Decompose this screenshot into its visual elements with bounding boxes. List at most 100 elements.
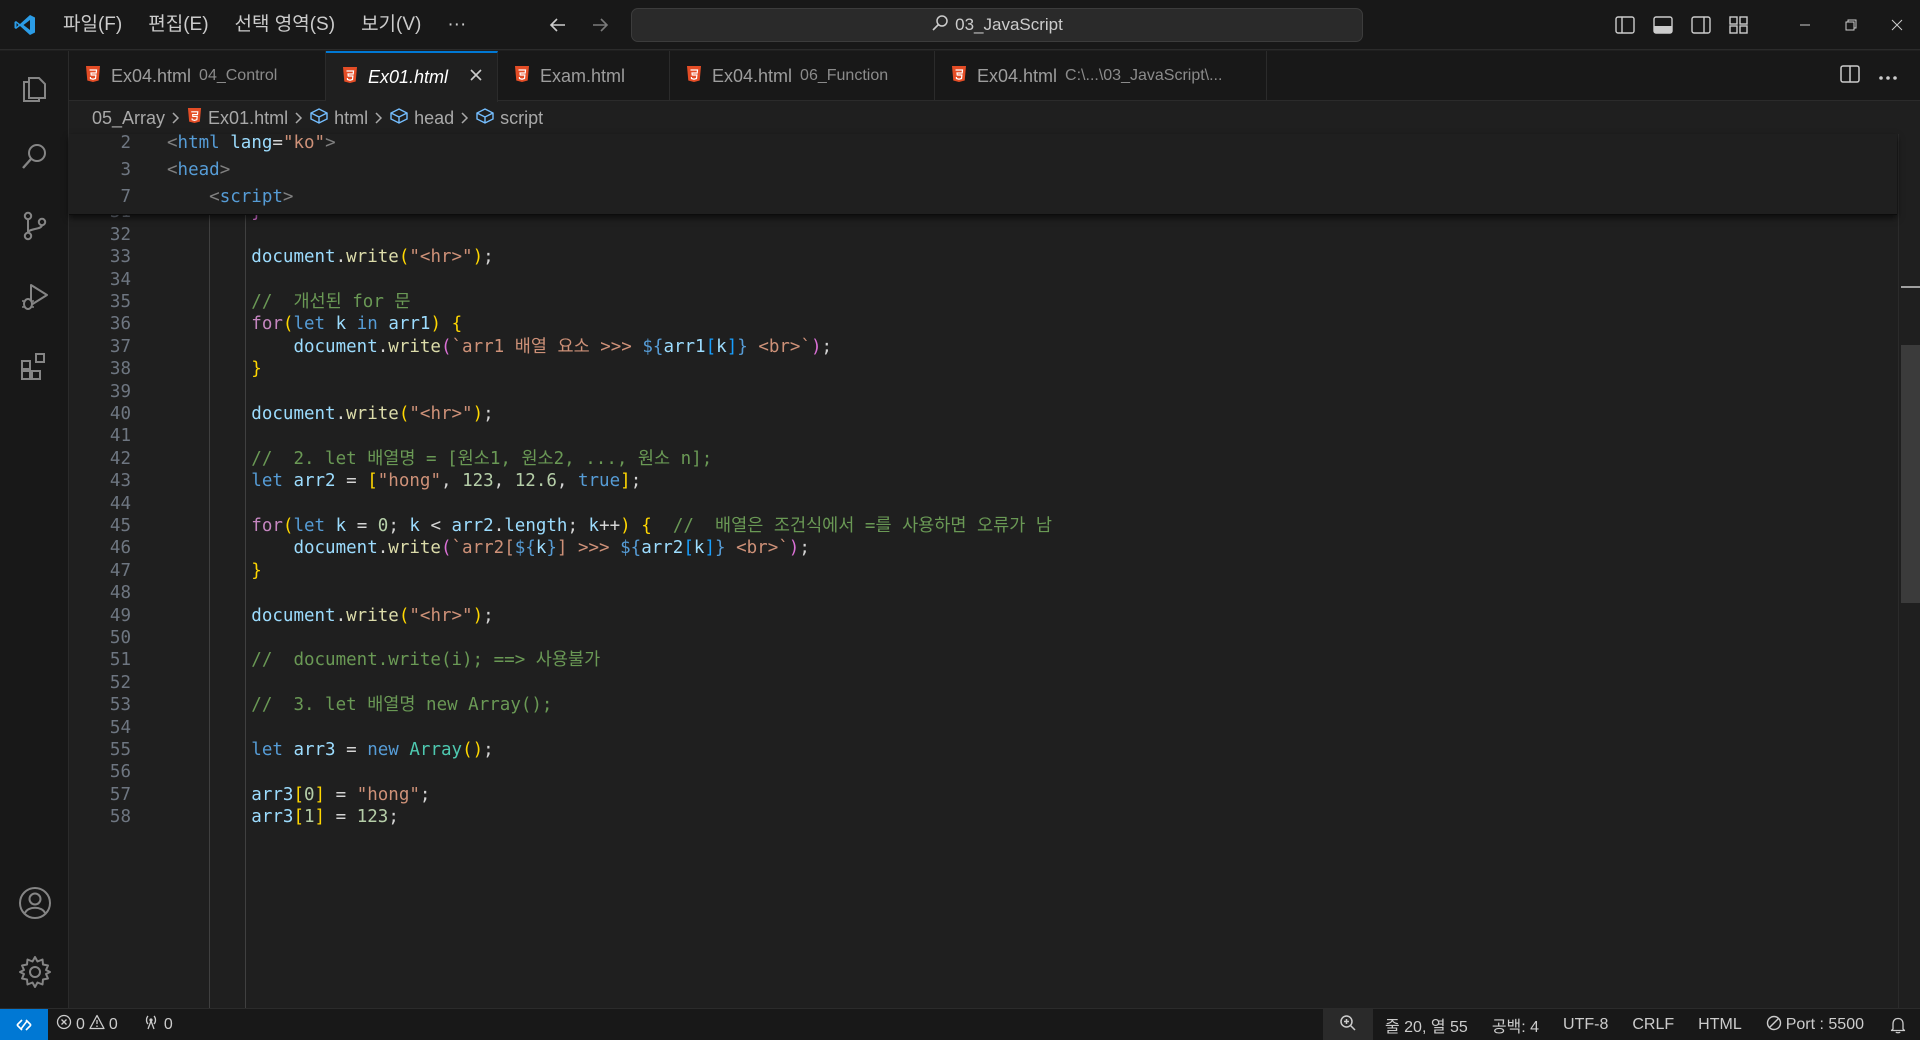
sticky-scroll-header[interactable]: 2 <html lang="ko"> 3 <head> 7 <script> [69,133,1897,215]
code-line[interactable]: 7 <script> [69,184,1897,211]
tab-ex04-path[interactable]: Ex04.html C:\...\03_JavaScript\... [935,51,1267,101]
manage-gear-icon[interactable] [0,937,69,1007]
menu-selection[interactable]: 선택 영역(S) [222,0,349,50]
scrollbar-cursor-marker [1901,286,1920,288]
toggle-panel-icon[interactable] [1644,0,1682,50]
code-token: ) [788,538,800,559]
language-mode[interactable]: HTML [1686,1009,1754,1040]
code-token: ] [620,471,631,492]
scrollbar-thumb[interactable] [1901,345,1920,603]
account-icon[interactable] [0,868,69,938]
menu-edit[interactable]: 편집(E) [135,0,221,50]
code-token: ${ [620,538,642,559]
explorer-icon[interactable] [0,51,69,121]
breadcrumb-head[interactable]: head [390,108,454,129]
toggle-primary-sidebar-icon[interactable] [1606,0,1644,50]
code-token: ++ [599,516,621,536]
command-center-label: 03_JavaScript [955,15,1063,34]
breadcrumb-file[interactable]: Ex01.html [187,107,288,129]
more-actions-icon[interactable] [1878,66,1898,86]
code-token: arr1 [663,336,706,357]
code-token: 123 [462,471,494,492]
tab-ex04-function[interactable]: Ex04.html 06_Function [670,51,935,101]
breadcrumb-folder[interactable]: 05_Array [92,108,165,129]
indentation[interactable]: 공백: 4 [1480,1009,1551,1040]
zoom-in-icon [1339,1014,1357,1037]
code-token: = [346,516,378,536]
code-token: ${ [642,336,664,357]
search-view-icon[interactable] [0,121,69,191]
activity-bar [0,51,69,1008]
code-token: [ [367,471,378,492]
code-token: head [177,160,220,180]
code-token: } [251,560,262,581]
code-token: , [556,471,578,492]
menu-view[interactable]: 보기(V) [348,0,434,50]
code-token: . [335,247,347,268]
forward-arrow-icon[interactable] [590,15,610,35]
code-token: `arr2[ [451,538,515,559]
tab-label: Exam.html [540,65,626,86]
back-arrow-icon[interactable] [548,15,568,35]
chevron-right-icon [460,111,470,125]
notifications-bell-icon[interactable] [1876,1009,1920,1040]
title-bar: 파일(F) 편집(E) 선택 영역(S) 보기(V) ··· 03_JavaSc… [0,0,1920,50]
code-token: arr2 [451,516,494,536]
html-file-icon [686,65,702,88]
code-text: <html lang="ko"> [167,130,336,157]
breadcrumb-label: Ex01.html [208,107,289,128]
toggle-secondary-sidebar-icon[interactable] [1682,0,1720,50]
remote-window-icon[interactable] [0,1008,48,1040]
minimize-icon[interactable] [1782,0,1828,50]
live-server-port[interactable]: Port : 5500 [1754,1009,1876,1040]
extensions-icon[interactable] [0,331,69,401]
code-line[interactable]: 3 <head> [69,157,1897,184]
code-token: write [388,336,441,357]
breadcrumb-script[interactable]: script [476,108,543,129]
cursor-position[interactable]: 줄 20, 열 55 [1373,1009,1480,1040]
line-number: 7 [120,187,131,207]
close-tab-icon[interactable] [467,66,485,89]
source-control-icon[interactable] [0,191,69,261]
code-line[interactable]: 58 arr3[1] = 123; [69,804,1897,831]
customize-layout-icon[interactable] [1720,0,1758,50]
code-token: . [335,404,347,424]
tab-ex01-active[interactable]: Ex01.html [326,51,498,102]
restore-icon[interactable] [1828,0,1874,50]
editor-scrollbar[interactable] [1898,134,1920,1008]
command-center[interactable]: 03_JavaScript [631,8,1363,42]
menu-file[interactable]: 파일(F) [50,0,135,50]
end-of-line[interactable]: CRLF [1620,1009,1686,1040]
run-and-debug-icon[interactable] [0,261,69,331]
code-token: ( [440,336,452,357]
code-token: 1 [304,807,315,828]
broadcast-icon [142,1014,160,1035]
tab-description: C:\...\03_JavaScript\... [1065,67,1223,84]
tab-exam[interactable]: Exam.html [498,51,670,101]
zoom-indicator[interactable] [1322,1009,1373,1040]
problems-indicator[interactable]: 0 0 [48,1009,126,1040]
code-token: , [440,471,463,492]
code-token: "<hr>" [409,404,473,424]
ports-indicator[interactable]: 0 [134,1009,181,1040]
code-token: ] [314,807,326,828]
split-editor-icon[interactable] [1840,64,1860,88]
menu-more[interactable]: ··· [434,0,479,50]
code-line[interactable]: 2 <html lang="ko"> [69,130,1897,157]
tab-ex04-control[interactable]: Ex04.html 04_Control [69,51,326,101]
breadcrumb-html[interactable]: html [310,108,368,129]
close-window-icon[interactable] [1874,0,1920,50]
symbol-element-icon [310,107,328,129]
code-token: = [272,133,283,153]
code-token: arr3 [251,807,294,828]
code-token: ] >>> [556,538,621,559]
code-editor[interactable]: 2<html lang="ko">3<head>7 <script> 30 do… [69,133,1920,1008]
file-encoding[interactable]: UTF-8 [1551,1009,1620,1040]
status-bar: 0 0 0 줄 20, 열 55 공백: 4 UTF-8 CRLF HTML P… [0,1008,1920,1040]
